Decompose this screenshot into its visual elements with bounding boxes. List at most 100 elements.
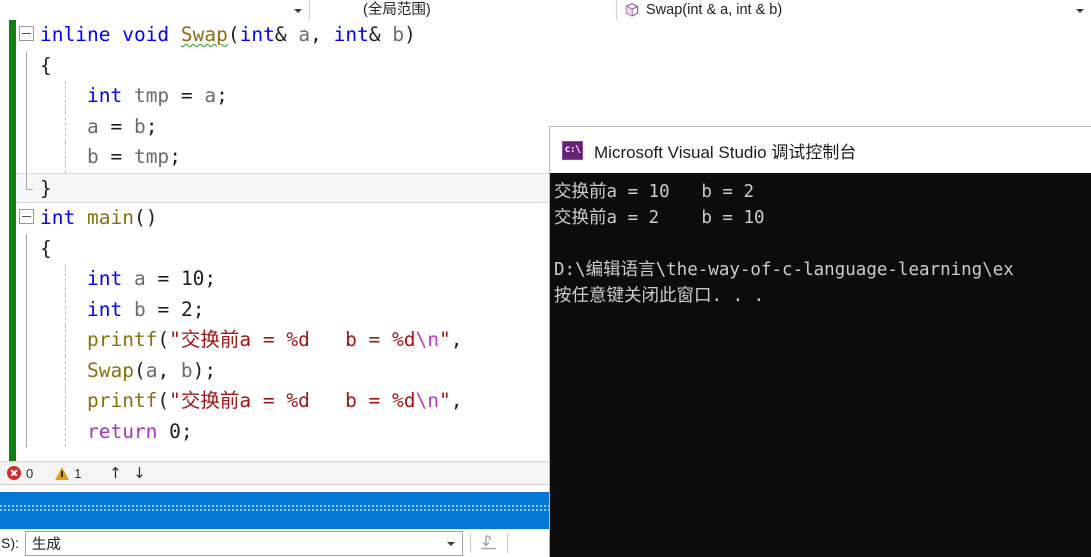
code-token: tmp — [133, 84, 170, 107]
chevron-down-icon[interactable] — [446, 539, 456, 548]
code-token: main — [86, 206, 134, 229]
debug-console-window[interactable]: c:\ Microsoft Visual Studio 调试控制台 交换前a =… — [549, 126, 1091, 557]
code-line[interactable]: printf("交换前a = %d b = %d\n", — [16, 325, 549, 356]
indent-guide — [65, 386, 66, 417]
code-line[interactable]: b = tmp; — [16, 142, 549, 173]
project-dropdown[interactable] — [0, 0, 310, 20]
code-line[interactable]: inline void Swap(int& a, int& b) — [16, 20, 549, 51]
chevron-down-icon[interactable] — [294, 6, 303, 15]
error-count-label: 0 — [26, 465, 34, 481]
fold-guide-line — [26, 142, 27, 173]
code-text-area[interactable]: inline void Swap(int& a, int& b){ int tm… — [16, 20, 549, 461]
console-line: 交换前a = 2 b = 10 — [554, 208, 765, 228]
code-token: a — [145, 358, 158, 382]
code-token: & — [368, 23, 393, 46]
code-token: , — [450, 328, 463, 351]
error-count-item[interactable]: 0 — [7, 466, 33, 481]
code-token: " — [439, 328, 451, 351]
code-token: int — [86, 84, 123, 107]
member-dropdown[interactable]: Swap(int & a, int & b) — [617, 0, 1091, 20]
code-token: ( — [157, 389, 170, 412]
code-token: "交换前a = %d b = %d — [169, 389, 416, 412]
previous-issue-button[interactable]: ↑ — [103, 462, 127, 484]
code-token: ; — [216, 84, 228, 107]
code-line[interactable]: a = b; — [16, 111, 549, 142]
code-line[interactable]: { — [16, 50, 549, 81]
code-token: { — [40, 236, 52, 260]
output-source-value: 生成 — [31, 536, 61, 553]
warning-count-item[interactable]: 1 — [55, 466, 81, 481]
scope-dropdown[interactable]: (全局范围) — [310, 0, 617, 20]
code-token: a — [298, 23, 311, 46]
code-token: int — [40, 206, 76, 229]
fold-guide-line — [26, 355, 27, 386]
console-icon-glyph: c:\ — [564, 144, 581, 156]
code-token: ; — [180, 419, 193, 443]
next-issue-button[interactable]: ↓ — [127, 462, 151, 484]
member-dropdown-value: Swap(int & a, int & b) — [646, 1, 783, 18]
code-token: int — [86, 267, 123, 290]
code-token: 10 — [180, 267, 205, 290]
code-token: ; — [169, 145, 181, 168]
toolbar-separator — [506, 533, 508, 553]
code-line[interactable]: int a = 10; — [16, 264, 549, 295]
go-to-message-icon[interactable] — [478, 532, 500, 554]
code-line[interactable]: int tmp = a; — [16, 81, 549, 112]
output-source-dropdown[interactable]: 生成 — [24, 530, 463, 556]
code-token: int — [239, 23, 275, 46]
code-token: b — [133, 297, 146, 321]
error-status-strip: 0 1 ↑ ↓ — [0, 461, 549, 485]
output-drag-grip[interactable] — [0, 505, 549, 512]
code-token: ; — [145, 114, 158, 138]
code-token: inline — [40, 23, 111, 46]
code-line[interactable]: { — [16, 233, 549, 264]
code-token: int — [86, 297, 123, 321]
fold-guide-line — [26, 325, 27, 356]
console-output-text[interactable]: 交换前a = 10 b = 2 交换前a = 2 b = 10 D:\编辑语言\t… — [550, 173, 1091, 557]
fold-guide-line — [26, 111, 27, 142]
console-line: 按任意键关闭此窗口. . . — [554, 286, 765, 306]
code-line[interactable]: int main() — [16, 203, 549, 234]
console-titlebar[interactable]: c:\ Microsoft Visual Studio 调试控制台 — [550, 127, 1091, 173]
toolbar-separator — [469, 533, 471, 553]
code-line[interactable]: } — [16, 172, 549, 203]
code-token: return — [86, 419, 158, 443]
code-token: = — [98, 145, 134, 168]
warning-count-label: 1 — [74, 465, 82, 481]
collapse-region-icon[interactable] — [19, 26, 34, 41]
code-token: b — [392, 23, 405, 46]
code-token: Swap — [180, 23, 228, 46]
code-token: a — [133, 267, 146, 290]
code-line[interactable]: return 0; — [16, 416, 549, 447]
code-line[interactable]: printf("交换前a = %d b = %d\n", — [16, 386, 549, 417]
code-token: ) — [404, 23, 416, 46]
code-line[interactable]: int b = 2; — [16, 294, 549, 325]
console-line: D:\编辑语言\the-way-of-c-language-learning\e… — [554, 260, 1014, 280]
visual-studio-window: (全局范围) Swap(int & a, int & b) inline voi… — [0, 0, 1091, 557]
code-token: ; — [192, 297, 205, 321]
output-window-titlebar[interactable] — [0, 492, 549, 529]
fold-guide-line — [26, 386, 27, 417]
code-token: , — [450, 389, 463, 412]
fold-guide-line — [26, 81, 27, 112]
code-editor[interactable]: inline void Swap(int& a, int& b){ int tm… — [0, 20, 549, 461]
code-token: = — [145, 297, 181, 321]
collapse-region-icon[interactable] — [19, 209, 34, 224]
indent-guide — [65, 264, 66, 295]
code-line[interactable]: Swap(a, b); — [16, 355, 549, 386]
code-token: Swap — [86, 358, 134, 382]
chevron-down-icon[interactable] — [1076, 6, 1085, 15]
console-title-text: Microsoft Visual Studio 调试控制台 — [594, 142, 857, 162]
error-circle-icon — [7, 466, 21, 480]
indent-guide — [65, 142, 66, 173]
